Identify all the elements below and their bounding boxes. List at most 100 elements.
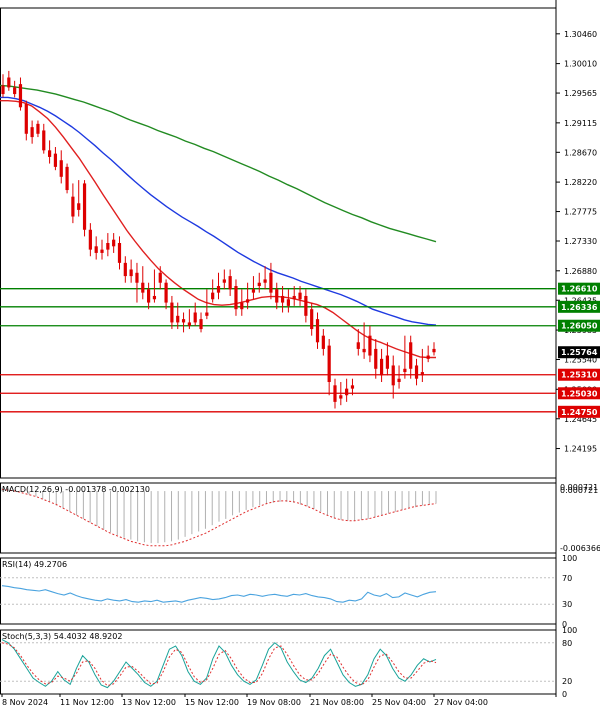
price-tick-label: 1.30010 (564, 60, 597, 69)
candle-body (65, 166, 69, 191)
panel-frame-main (0, 7, 557, 479)
stoch-d-line (1, 642, 437, 687)
candle-body (269, 272, 273, 293)
candle-body (257, 282, 261, 287)
panel-frame-rsi (0, 557, 557, 625)
candle-body (123, 262, 127, 277)
candle-body (193, 312, 197, 323)
candle-body (321, 335, 325, 349)
candle-body (403, 368, 407, 373)
candle-body (409, 342, 413, 369)
candle-body (112, 239, 116, 247)
price-tick-label: 1.28670 (564, 148, 597, 157)
candle-body (350, 385, 355, 389)
candle-body (356, 342, 360, 349)
candle-body (30, 127, 34, 138)
level-label: 1.26336 (561, 303, 598, 312)
candle-body (205, 312, 209, 316)
price-tick-label: 1.26880 (564, 267, 597, 276)
candle-body (397, 378, 401, 383)
candle-body (385, 355, 390, 369)
candle-body (187, 322, 191, 326)
candle-body (59, 160, 63, 177)
candle-body (135, 272, 139, 283)
chart-stage: 1.30460 1.30010 1.29565 1.29115 1.28670 1.282… (0, 0, 600, 707)
time-tick-label: 13 Nov 12:00 (122, 698, 176, 707)
candle-body (368, 335, 372, 356)
candle-body (362, 348, 366, 353)
price-tick-label: 1.29115 (564, 119, 597, 128)
candle-body (315, 319, 320, 343)
candle-body (24, 103, 28, 134)
rsi-tick-label: 30 (562, 600, 572, 609)
candle-body (71, 196, 75, 217)
candle-body (228, 276, 232, 290)
candle-body (164, 282, 168, 303)
candle-body (47, 150, 52, 157)
forex-chart: 1.30460 1.30010 1.29565 1.29115 1.28670 1.282… (0, 0, 600, 707)
time-tick-label: 11 Nov 12:00 (60, 698, 114, 707)
rsi-tick-label: 100 (562, 554, 577, 563)
time-tick-label: 15 Nov 12:00 (185, 698, 239, 707)
candle-body (280, 295, 285, 303)
candle-body (13, 87, 17, 95)
rsi-tick-label: 70 (562, 574, 572, 583)
candle-body (298, 292, 302, 300)
candle-body (117, 243, 122, 263)
candle-body (18, 84, 23, 108)
candle-body (106, 243, 110, 250)
candle-body (1, 85, 5, 95)
stoch-tick-label: 100 (562, 626, 577, 635)
candle-body (129, 269, 133, 277)
price-tick-label: 1.27775 (564, 208, 597, 217)
level-label: 1.25310 (561, 371, 598, 380)
price-tick-label: 1.29565 (564, 89, 597, 98)
time-tick-label: 8 Nov 2024 (2, 698, 48, 707)
macd-label: MACD(12,26,9) -0.001378 -0.002130 (2, 485, 150, 494)
time-tick-label: 19 Nov 08:00 (247, 698, 301, 707)
current-price-label: 1.25764 (561, 348, 598, 357)
candle-body (240, 302, 244, 310)
macd-tick-bottom: -0.006366 (560, 544, 600, 553)
candle-body (374, 348, 378, 369)
stoch-k-line (1, 639, 437, 689)
level-label: 1.26050 (561, 322, 598, 331)
candle-body (304, 295, 308, 316)
candle-body (42, 130, 46, 151)
candle-body (251, 289, 256, 293)
candle-body (170, 302, 174, 323)
candle-body (339, 395, 343, 399)
candle-body (345, 388, 349, 396)
candle-body (53, 153, 58, 167)
candle-body (94, 246, 98, 253)
time-tick-label: 27 Nov 04:00 (434, 698, 488, 707)
candle-body (181, 319, 186, 323)
candle-body (141, 282, 145, 293)
candle-body (263, 279, 267, 283)
price-tick-label: 1.30460 (564, 30, 597, 39)
candle-body (246, 299, 250, 303)
candle-body (211, 292, 215, 300)
candle-body (36, 123, 40, 134)
candle-body (199, 319, 203, 330)
stoch-tick-label: 80 (562, 639, 572, 648)
rsi-label: RSI(14) 49.2706 (2, 560, 67, 569)
ma-red-line (0, 99, 436, 359)
candle-body (152, 295, 157, 300)
candle-body (391, 365, 395, 386)
candle-body (82, 183, 87, 230)
level-label: 1.26610 (561, 285, 598, 294)
candle-body (100, 249, 104, 253)
candle-body (333, 385, 337, 402)
stoch-label: Stoch(5,3,3) 54.4032 48.9202 (2, 632, 122, 641)
candle-body (432, 348, 436, 353)
candle-body (176, 315, 180, 323)
rsi-line (1, 585, 437, 603)
time-tick-label: 25 Nov 04:00 (372, 698, 426, 707)
stoch-tick-label: 20 (562, 677, 572, 686)
price-tick-label: 1.28220 (564, 178, 597, 187)
candle-body (234, 286, 238, 310)
price-tick-label: 1.27330 (564, 237, 597, 246)
candle-body (286, 299, 290, 306)
candle-body (158, 272, 162, 283)
